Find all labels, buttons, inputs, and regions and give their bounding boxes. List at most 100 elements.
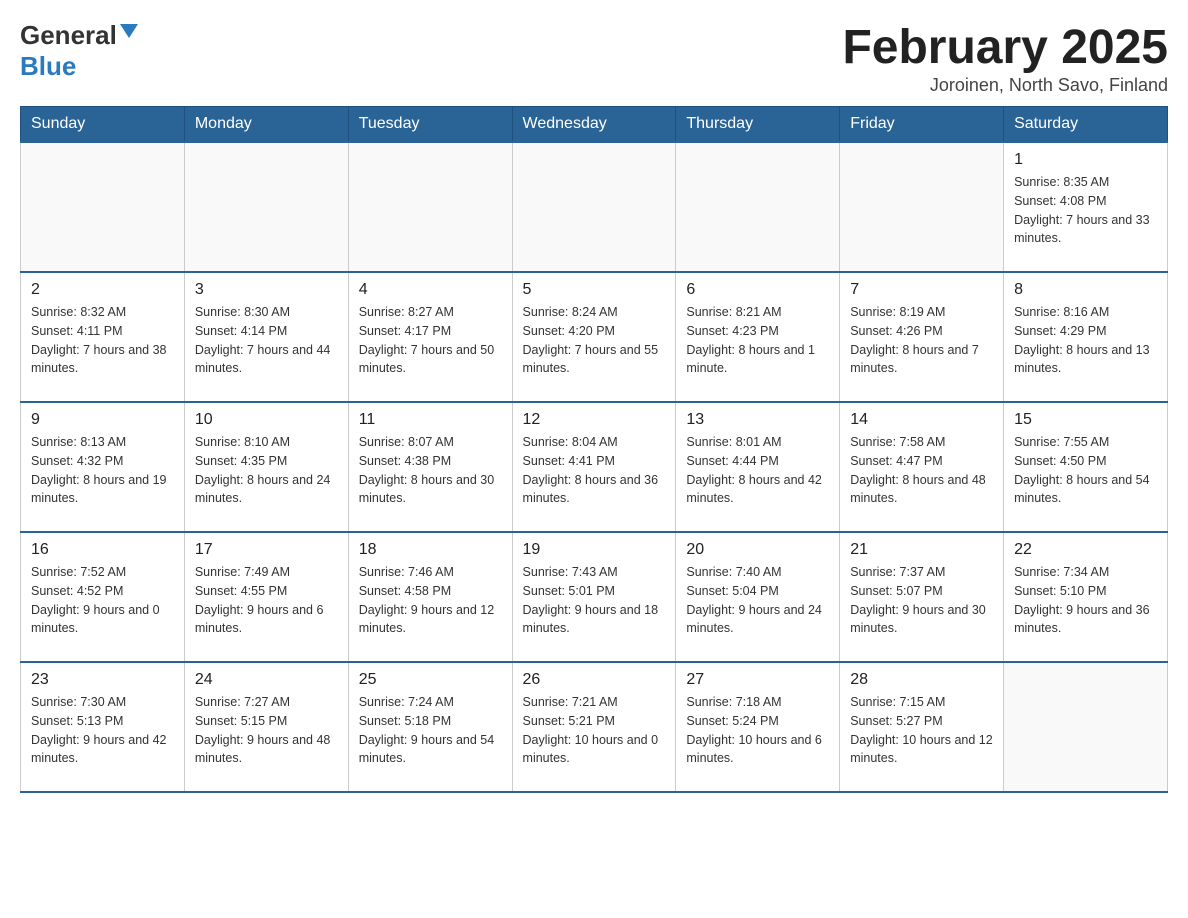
calendar-day-cell: 27 Sunrise: 7:18 AMSunset: 5:24 PMDayligh…	[676, 662, 840, 792]
day-number: 23	[31, 671, 174, 689]
logo-triangle-icon	[120, 24, 138, 43]
calendar-week-row: 2 Sunrise: 8:32 AMSunset: 4:11 PMDaylight…	[21, 272, 1168, 402]
day-info: Sunrise: 8:35 AMSunset: 4:08 PMDaylight:…	[1014, 173, 1157, 248]
day-number: 10	[195, 411, 338, 429]
day-info: Sunrise: 7:43 AMSunset: 5:01 PMDaylight:…	[523, 563, 666, 638]
weekday-header-thursday: Thursday	[676, 107, 840, 143]
day-info: Sunrise: 7:24 AMSunset: 5:18 PMDaylight:…	[359, 693, 502, 768]
logo-general-text: General	[20, 20, 117, 51]
day-info: Sunrise: 8:27 AMSunset: 4:17 PMDaylight:…	[359, 303, 502, 378]
calendar-day-cell: 17 Sunrise: 7:49 AMSunset: 4:55 PMDayligh…	[184, 532, 348, 662]
day-number: 13	[686, 411, 829, 429]
calendar-day-cell: 6 Sunrise: 8:21 AMSunset: 4:23 PMDaylight…	[676, 272, 840, 402]
calendar-day-cell	[21, 142, 185, 272]
day-number: 20	[686, 541, 829, 559]
day-number: 2	[31, 281, 174, 299]
day-number: 9	[31, 411, 174, 429]
calendar-week-row: 23 Sunrise: 7:30 AMSunset: 5:13 PMDayligh…	[21, 662, 1168, 792]
day-info: Sunrise: 7:30 AMSunset: 5:13 PMDaylight:…	[31, 693, 174, 768]
calendar-day-cell: 1 Sunrise: 8:35 AMSunset: 4:08 PMDaylight…	[1004, 142, 1168, 272]
calendar-day-cell: 28Sunrise: 7:15 AMSunset: 5:27 PMDayligh…	[840, 662, 1004, 792]
calendar-day-cell	[184, 142, 348, 272]
day-number: 1	[1014, 151, 1157, 169]
calendar-day-cell	[676, 142, 840, 272]
day-number: 11	[359, 411, 502, 429]
day-info: Sunrise: 8:10 AMSunset: 4:35 PMDaylight:…	[195, 433, 338, 508]
day-info: Sunrise: 8:32 AMSunset: 4:11 PMDaylight:…	[31, 303, 174, 378]
calendar-day-cell: 21 Sunrise: 7:37 AMSunset: 5:07 PMDayligh…	[840, 532, 1004, 662]
weekday-header-wednesday: Wednesday	[512, 107, 676, 143]
day-number: 27	[686, 671, 829, 689]
weekday-header-row: SundayMondayTuesdayWednesdayThursdayFrid…	[21, 107, 1168, 143]
day-number: 3	[195, 281, 338, 299]
calendar-week-row: 16Sunrise: 7:52 AMSunset: 4:52 PMDayligh…	[21, 532, 1168, 662]
day-number: 4	[359, 281, 502, 299]
day-info: Sunrise: 8:13 AMSunset: 4:32 PMDaylight:…	[31, 433, 174, 508]
day-info: Sunrise: 7:37 AMSunset: 5:07 PMDaylight:…	[850, 563, 993, 638]
calendar-body: 1 Sunrise: 8:35 AMSunset: 4:08 PMDaylight…	[21, 142, 1168, 792]
logo: General Blue	[20, 20, 138, 82]
calendar-day-cell: 3 Sunrise: 8:30 AMSunset: 4:14 PMDaylight…	[184, 272, 348, 402]
day-info: Sunrise: 8:07 AMSunset: 4:38 PMDaylight:…	[359, 433, 502, 508]
day-number: 6	[686, 281, 829, 299]
calendar-day-cell: 24Sunrise: 7:27 AMSunset: 5:15 PMDayligh…	[184, 662, 348, 792]
calendar-week-row: 1 Sunrise: 8:35 AMSunset: 4:08 PMDaylight…	[21, 142, 1168, 272]
day-number: 26	[523, 671, 666, 689]
day-info: Sunrise: 8:19 AMSunset: 4:26 PMDaylight:…	[850, 303, 993, 378]
calendar-table: SundayMondayTuesdayWednesdayThursdayFrid…	[20, 106, 1168, 793]
weekday-header-tuesday: Tuesday	[348, 107, 512, 143]
day-number: 21	[850, 541, 993, 559]
calendar-day-cell: 7Sunrise: 8:19 AMSunset: 4:26 PMDaylight…	[840, 272, 1004, 402]
calendar-day-cell	[1004, 662, 1168, 792]
day-info: Sunrise: 8:30 AMSunset: 4:14 PMDaylight:…	[195, 303, 338, 378]
calendar-day-cell: 26 Sunrise: 7:21 AMSunset: 5:21 PMDayligh…	[512, 662, 676, 792]
calendar-day-cell	[348, 142, 512, 272]
day-info: Sunrise: 7:46 AMSunset: 4:58 PMDaylight:…	[359, 563, 502, 638]
day-number: 19	[523, 541, 666, 559]
day-number: 17	[195, 541, 338, 559]
day-info: Sunrise: 7:55 AMSunset: 4:50 PMDaylight:…	[1014, 433, 1157, 508]
day-number: 18	[359, 541, 502, 559]
weekday-header-friday: Friday	[840, 107, 1004, 143]
calendar-day-cell: 5 Sunrise: 8:24 AMSunset: 4:20 PMDaylight…	[512, 272, 676, 402]
calendar-day-cell: 13 Sunrise: 8:01 AMSunset: 4:44 PMDayligh…	[676, 402, 840, 532]
day-info: Sunrise: 7:21 AMSunset: 5:21 PMDaylight:…	[523, 693, 666, 768]
day-info: Sunrise: 8:21 AMSunset: 4:23 PMDaylight:…	[686, 303, 829, 378]
day-info: Sunrise: 7:18 AMSunset: 5:24 PMDaylight:…	[686, 693, 829, 768]
calendar-day-cell: 10 Sunrise: 8:10 AMSunset: 4:35 PMDayligh…	[184, 402, 348, 532]
day-info: Sunrise: 7:58 AMSunset: 4:47 PMDaylight:…	[850, 433, 993, 508]
calendar-day-cell	[512, 142, 676, 272]
calendar-header: SundayMondayTuesdayWednesdayThursdayFrid…	[21, 107, 1168, 143]
day-number: 16	[31, 541, 174, 559]
calendar-subtitle: Joroinen, North Savo, Finland	[842, 75, 1168, 96]
weekday-header-saturday: Saturday	[1004, 107, 1168, 143]
calendar-day-cell: 4 Sunrise: 8:27 AMSunset: 4:17 PMDaylight…	[348, 272, 512, 402]
weekday-header-sunday: Sunday	[21, 107, 185, 143]
day-info: Sunrise: 8:04 AMSunset: 4:41 PMDaylight:…	[523, 433, 666, 508]
calendar-day-cell	[840, 142, 1004, 272]
day-number: 24	[195, 671, 338, 689]
calendar-day-cell: 20 Sunrise: 7:40 AMSunset: 5:04 PMDayligh…	[676, 532, 840, 662]
day-number: 25	[359, 671, 502, 689]
day-info: Sunrise: 8:24 AMSunset: 4:20 PMDaylight:…	[523, 303, 666, 378]
calendar-week-row: 9 Sunrise: 8:13 AMSunset: 4:32 PMDaylight…	[21, 402, 1168, 532]
calendar-day-cell: 9 Sunrise: 8:13 AMSunset: 4:32 PMDaylight…	[21, 402, 185, 532]
calendar-day-cell: 16Sunrise: 7:52 AMSunset: 4:52 PMDayligh…	[21, 532, 185, 662]
calendar-day-cell: 25 Sunrise: 7:24 AMSunset: 5:18 PMDayligh…	[348, 662, 512, 792]
day-info: Sunrise: 8:01 AMSunset: 4:44 PMDaylight:…	[686, 433, 829, 508]
calendar-day-cell: 23 Sunrise: 7:30 AMSunset: 5:13 PMDayligh…	[21, 662, 185, 792]
day-info: Sunrise: 7:40 AMSunset: 5:04 PMDaylight:…	[686, 563, 829, 638]
calendar-day-cell: 2 Sunrise: 8:32 AMSunset: 4:11 PMDaylight…	[21, 272, 185, 402]
calendar-day-cell: 8Sunrise: 8:16 AMSunset: 4:29 PMDaylight…	[1004, 272, 1168, 402]
day-info: Sunrise: 8:16 AMSunset: 4:29 PMDaylight:…	[1014, 303, 1157, 378]
day-info: Sunrise: 7:49 AMSunset: 4:55 PMDaylight:…	[195, 563, 338, 638]
calendar-title: February 2025	[842, 20, 1168, 75]
day-number: 15	[1014, 411, 1157, 429]
title-block: February 2025 Joroinen, North Savo, Finl…	[842, 20, 1168, 96]
calendar-day-cell: 11 Sunrise: 8:07 AMSunset: 4:38 PMDayligh…	[348, 402, 512, 532]
calendar-day-cell: 18 Sunrise: 7:46 AMSunset: 4:58 PMDayligh…	[348, 532, 512, 662]
calendar-day-cell: 15 Sunrise: 7:55 AMSunset: 4:50 PMDayligh…	[1004, 402, 1168, 532]
weekday-header-monday: Monday	[184, 107, 348, 143]
day-number: 14	[850, 411, 993, 429]
day-number: 5	[523, 281, 666, 299]
